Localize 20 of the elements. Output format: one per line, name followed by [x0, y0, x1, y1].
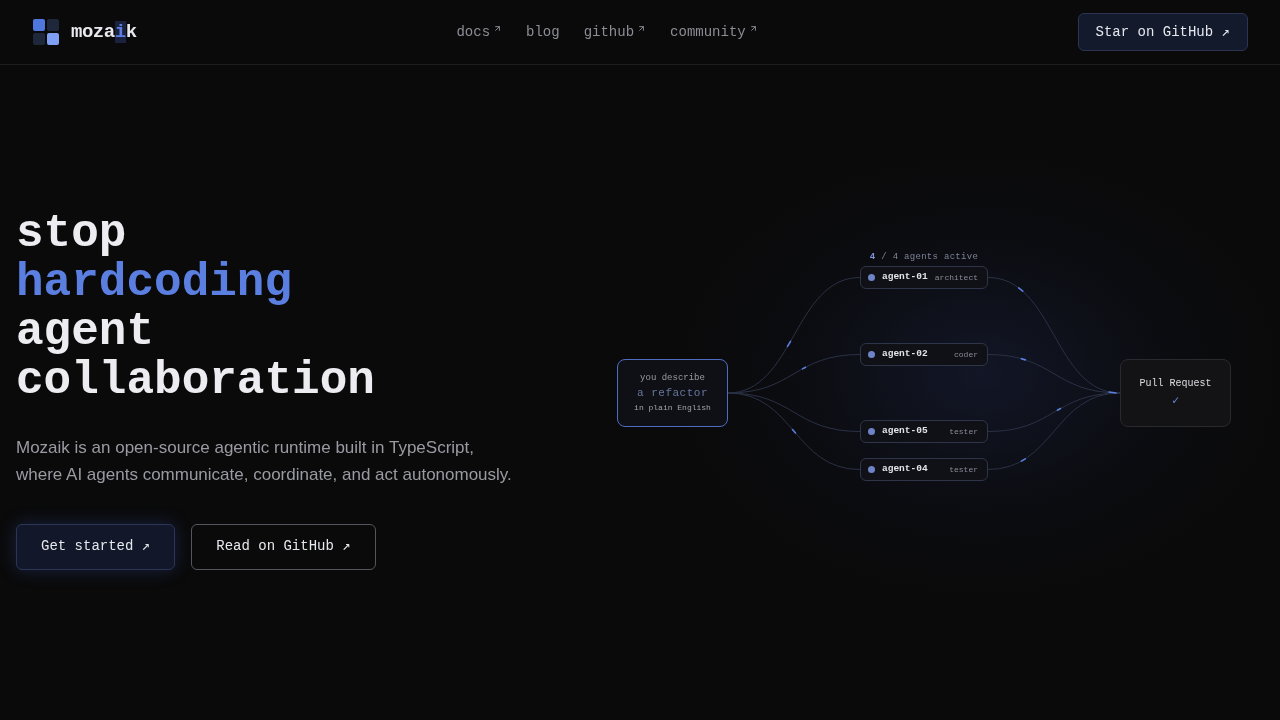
external-link-icon — [637, 23, 647, 33]
external-link-icon — [748, 23, 758, 33]
read-github-button[interactable]: Read on GitHub ↗ — [191, 523, 376, 570]
logo-icon — [33, 19, 59, 45]
nav-link[interactable]: community — [670, 21, 758, 43]
hero-description: Mozaik is an open-source agentic runtime built in TypeScript, where AI agents communicate, coordinate, and act autonomously. — [16, 436, 513, 486]
external-link-icon — [493, 23, 503, 33]
prompt-task: a refactor — [637, 386, 708, 401]
check-mark-text: ✓ — [1171, 393, 1180, 409]
get-started-button[interactable]: Get started ↗ — [16, 523, 176, 570]
star-github-button[interactable]: Star on GitHub ↗ — [1077, 13, 1248, 51]
prompt-caption: you describe — [640, 372, 705, 384]
agents-status: 4 / 4 agents active — [868, 252, 980, 263]
logo-wordmark[interactable]: mozaik — [71, 17, 137, 47]
nav-link[interactable]: github — [583, 21, 647, 43]
nav-link[interactable]: docs — [456, 21, 503, 43]
prompt-note: in plain English — [634, 402, 711, 414]
hero-headline: stop hardcoding agent collaboration — [16, 209, 375, 406]
pull-request-label: Pull Request — [1139, 377, 1212, 391]
nav-link[interactable]: blog — [526, 21, 560, 43]
